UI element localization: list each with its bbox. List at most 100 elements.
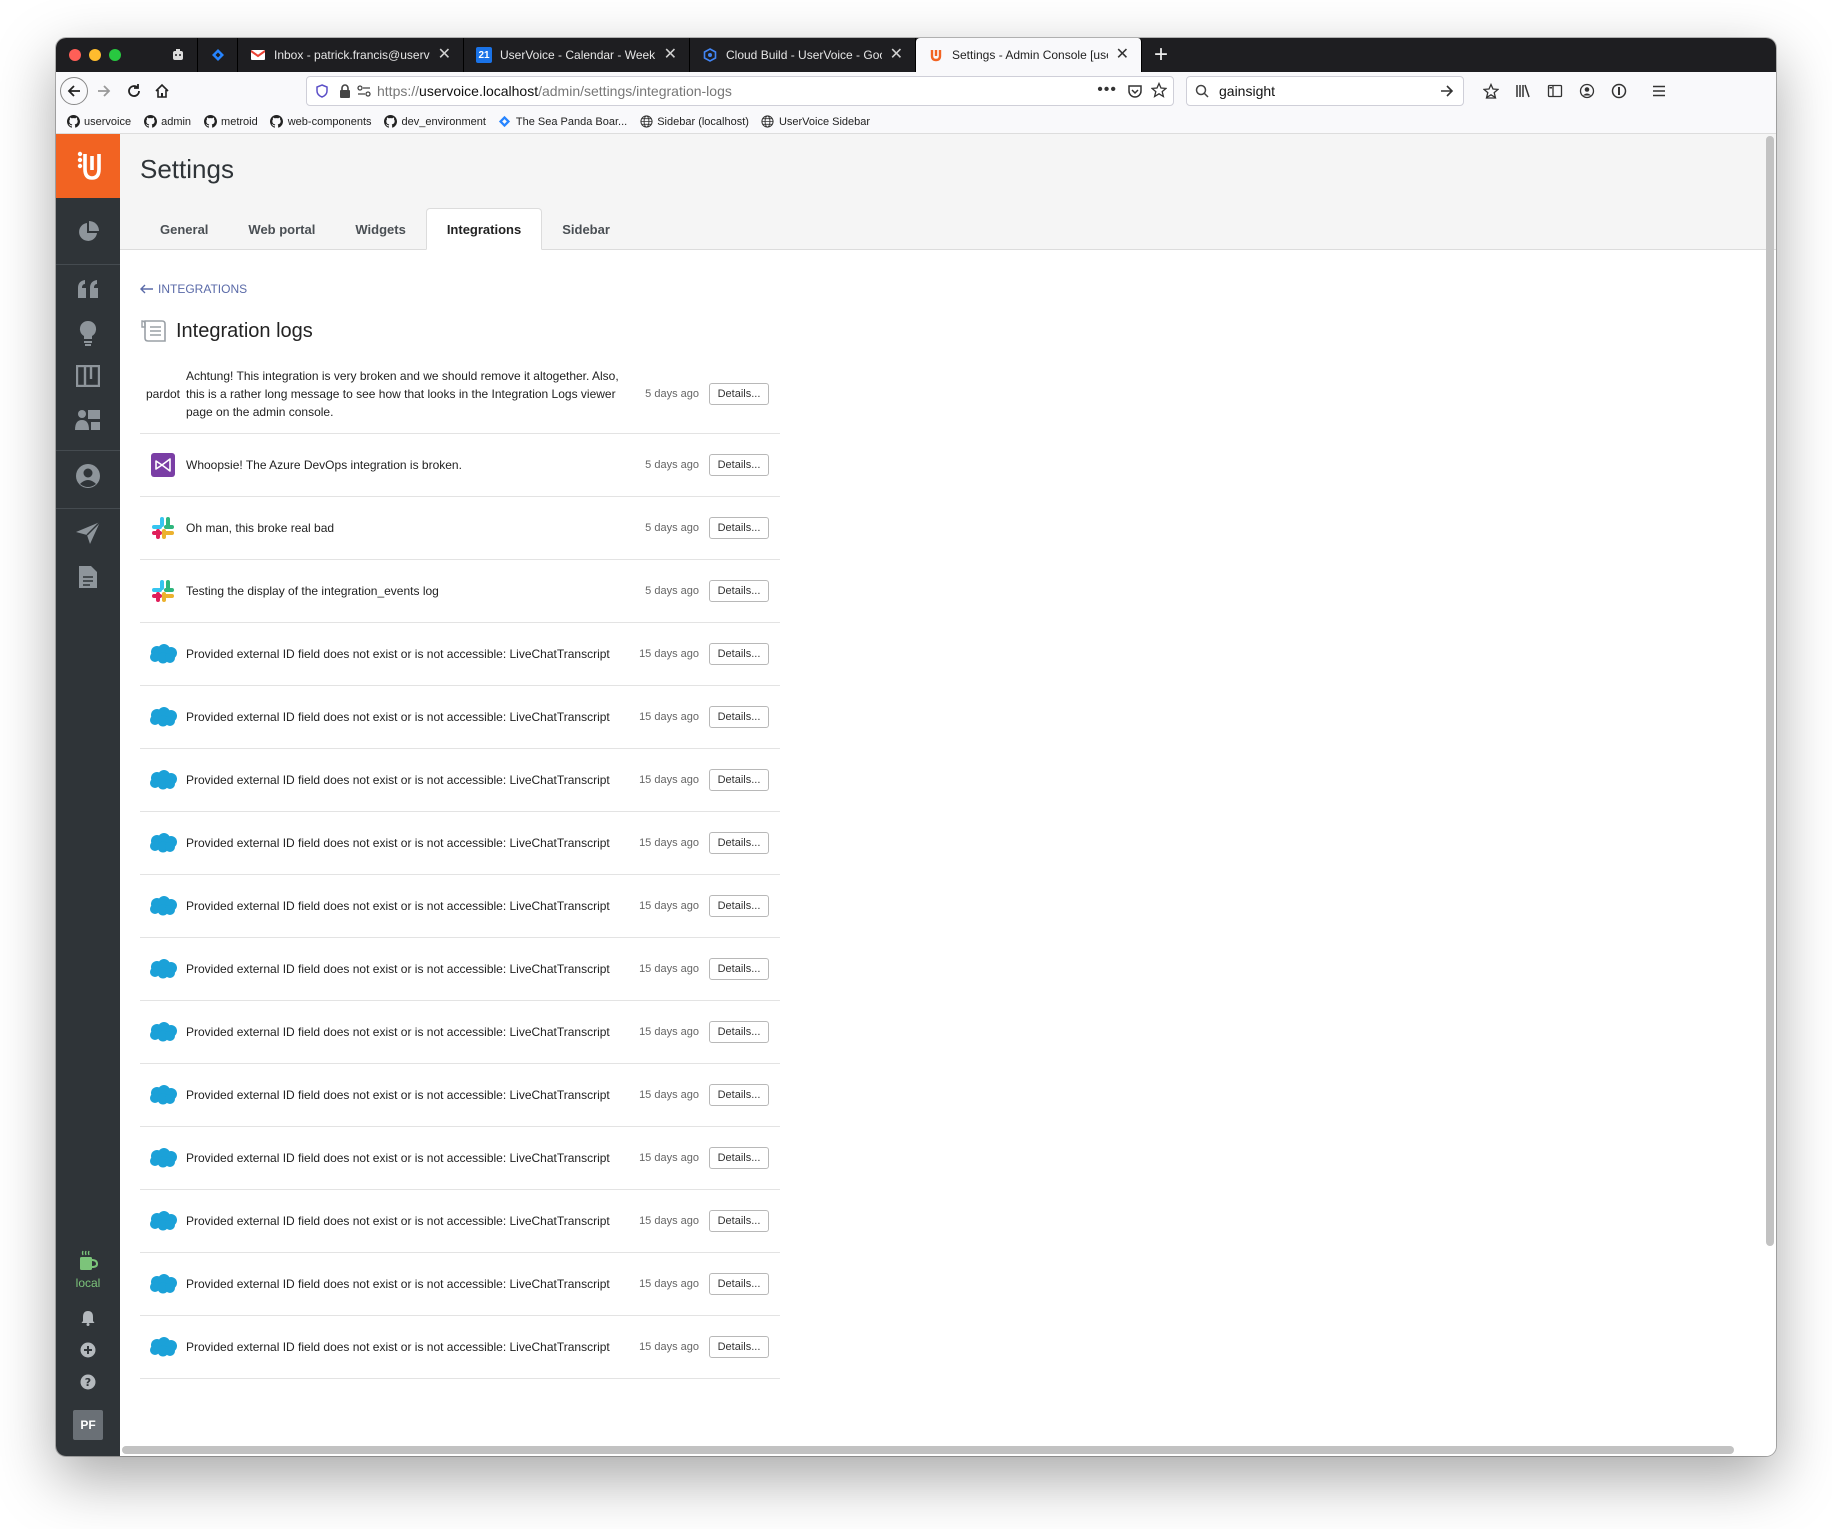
search-bar[interactable]: gainsight — [1186, 76, 1464, 106]
reload-button[interactable] — [120, 77, 148, 105]
minimize-window-button[interactable] — [89, 49, 101, 61]
vertical-scrollbar[interactable] — [1766, 136, 1774, 1246]
salesforce-icon — [148, 895, 178, 917]
search-go-icon[interactable] — [1439, 83, 1455, 99]
reports-nav-item[interactable] — [56, 561, 120, 597]
azure-devops-icon — [151, 453, 175, 477]
log-source-icon — [140, 958, 186, 980]
bookmark-metroid[interactable]: metroid — [203, 115, 258, 129]
salesforce-icon — [148, 832, 178, 854]
tab-cloud-build[interactable]: Cloud Build - UserVoice - Goog ✕ — [690, 38, 916, 72]
salesforce-icon — [148, 958, 178, 980]
log-timestamp: 15 days ago — [639, 1341, 699, 1353]
details-button[interactable]: Details... — [709, 1021, 769, 1043]
details-button[interactable]: Details... — [709, 517, 769, 539]
log-message: Provided external ID field does not exis… — [186, 962, 610, 976]
details-button[interactable]: Details... — [709, 643, 769, 665]
tab-calendar[interactable]: 21 UserVoice - Calendar - Week of ✕ — [464, 38, 690, 72]
add-button[interactable] — [56, 1338, 120, 1366]
notifications-button[interactable] — [56, 1306, 120, 1334]
tab-integrations[interactable]: Integrations — [425, 208, 543, 250]
bookmark-web-components[interactable]: web-components — [270, 115, 372, 129]
contacts-nav-item[interactable] — [56, 460, 120, 496]
url-text[interactable]: https://uservoice.localhost/admin/settin… — [377, 83, 732, 99]
log-timestamp: 15 days ago — [639, 1152, 699, 1164]
bookmark-sidebar-localhost[interactable]: Sidebar (localhost) — [639, 115, 749, 129]
close-tab-icon[interactable]: ✕ — [664, 47, 677, 63]
zoom-window-button[interactable] — [109, 49, 121, 61]
log-source-icon — [140, 643, 186, 665]
roadmap-nav-item[interactable] — [56, 360, 120, 396]
ideas-nav-item[interactable] — [56, 317, 120, 353]
details-button[interactable]: Details... — [709, 1210, 769, 1232]
permissions-icon[interactable] — [357, 85, 371, 97]
log-row: Whoopsie! The Azure DevOps integration i… — [140, 434, 780, 497]
url-bar[interactable]: https://uservoice.localhost/admin/settin… — [306, 76, 1174, 106]
shield-icon[interactable] — [315, 84, 329, 98]
salesforce-icon — [148, 1021, 178, 1043]
bookmark-admin[interactable]: admin — [143, 115, 191, 129]
tab-settings-admin[interactable]: Settings - Admin Console [user ✕ — [916, 38, 1142, 72]
bookmark-dev-environment[interactable]: dev_environment — [384, 115, 486, 129]
tab-web-portal[interactable]: Web portal — [228, 208, 335, 250]
close-window-button[interactable] — [69, 49, 81, 61]
details-button[interactable]: Details... — [709, 958, 769, 980]
details-button[interactable]: Details... — [709, 382, 769, 405]
tab-pinned-extension[interactable] — [160, 38, 198, 72]
lock-icon[interactable] — [339, 84, 351, 98]
details-button[interactable]: Details... — [709, 769, 769, 791]
details-button[interactable]: Details... — [709, 832, 769, 854]
home-button[interactable] — [148, 77, 176, 105]
sidebar-toggle-icon[interactable] — [1544, 80, 1566, 102]
details-button[interactable]: Details... — [709, 1147, 769, 1169]
uservoice-logo[interactable] — [56, 134, 120, 198]
tab-general[interactable]: General — [140, 208, 228, 250]
scrollbar-thumb[interactable] — [122, 1446, 1734, 1454]
new-tab-button[interactable]: + — [1154, 41, 1168, 69]
menu-icon[interactable] — [1648, 80, 1670, 102]
bookmark-uservoice[interactable]: uservoice — [66, 115, 131, 129]
bookmarks-toolbar-star-icon[interactable] — [1480, 80, 1502, 102]
account-icon[interactable] — [1576, 80, 1598, 102]
cloud-build-icon — [702, 47, 718, 63]
password-manager-icon[interactable] — [1608, 80, 1630, 102]
tab-widgets[interactable]: Widgets — [335, 208, 425, 250]
help-button[interactable]: ? — [56, 1370, 120, 1398]
salesforce-icon — [148, 1084, 178, 1106]
library-icon[interactable] — [1512, 80, 1534, 102]
avatar[interactable]: PF — [73, 1410, 103, 1440]
horizontal-scrollbar[interactable] — [120, 1446, 1740, 1454]
close-tab-icon[interactable]: ✕ — [890, 47, 903, 63]
details-button[interactable]: Details... — [709, 454, 769, 476]
back-to-integrations-link[interactable]: INTEGRATIONS — [140, 282, 247, 296]
messaging-nav-item[interactable] — [56, 517, 120, 553]
analytics-nav-item[interactable] — [56, 216, 120, 252]
details-button[interactable]: Details... — [709, 1084, 769, 1106]
tab-pinned-jira[interactable] — [198, 38, 238, 72]
bookmark-star-icon[interactable] — [1151, 82, 1167, 98]
feedback-nav-item[interactable] — [56, 273, 120, 309]
close-tab-icon[interactable]: ✕ — [438, 47, 451, 63]
users-nav-item[interactable] — [56, 404, 120, 440]
log-timestamp: 5 days ago — [645, 459, 699, 471]
details-button[interactable]: Details... — [709, 706, 769, 728]
log-source-icon — [140, 1336, 186, 1358]
details-button[interactable]: Details... — [709, 1273, 769, 1295]
back-button[interactable] — [60, 77, 88, 105]
bookmark-sea-panda-board[interactable]: The Sea Panda Boar... — [498, 115, 627, 129]
page-actions-icon[interactable]: ••• — [1097, 81, 1117, 99]
environment-indicator[interactable] — [56, 1250, 120, 1276]
pocket-icon[interactable] — [1127, 83, 1143, 99]
details-button[interactable]: Details... — [709, 580, 769, 602]
tab-gmail[interactable]: Inbox - patrick.francis@uservoi ✕ — [238, 38, 464, 72]
forward-button[interactable] — [90, 77, 118, 105]
jira-icon — [498, 115, 512, 129]
coffee-mug-icon — [77, 1250, 99, 1277]
close-tab-icon[interactable]: ✕ — [1116, 47, 1129, 63]
details-button[interactable]: Details... — [709, 895, 769, 917]
search-input[interactable]: gainsight — [1219, 83, 1275, 99]
details-button[interactable]: Details... — [709, 1336, 769, 1358]
log-timestamp: 15 days ago — [639, 1278, 699, 1290]
tab-sidebar[interactable]: Sidebar — [542, 208, 630, 250]
bookmark-uservoice-sidebar[interactable]: UserVoice Sidebar — [761, 115, 870, 129]
